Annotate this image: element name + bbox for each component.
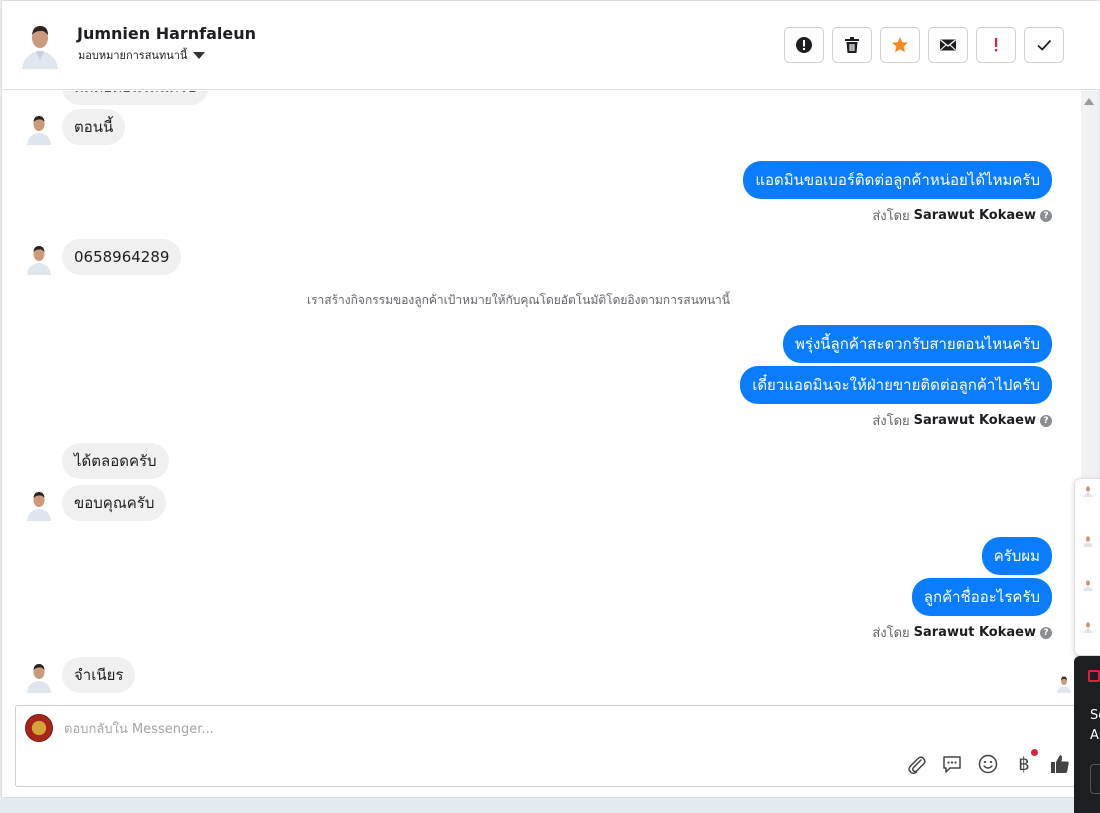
smiley-icon: [978, 754, 998, 774]
star-icon: [892, 37, 908, 53]
toast-text-1: Sc: [1090, 708, 1100, 723]
calendar-icon: [1088, 670, 1100, 682]
page-avatar: [25, 714, 53, 742]
reply-composer: ฿: [15, 705, 1081, 787]
attach-button[interactable]: [904, 752, 928, 776]
spam-button[interactable]: [784, 27, 824, 63]
star-button[interactable]: [880, 27, 920, 63]
conversation-header: Jumnien Harnfaleun มอบหมายการสนทนานี้: [2, 1, 1100, 90]
toast-text-2: A: [1090, 728, 1099, 743]
sent-by-name: Sarawut Kokaew: [913, 413, 1036, 428]
sent-by-label: ส่งโดย Sarawut Kokaew ?: [872, 622, 1052, 643]
side-popup[interactable]: [1074, 478, 1100, 656]
contact-name[interactable]: Jumnien Harnfaleun: [77, 24, 256, 43]
system-note: เราสร้างกิจกรรมของลูกค้าเป้าหมายให้กับคุ…: [307, 293, 730, 307]
scroll-up-arrow-icon[interactable]: [1084, 98, 1094, 105]
alert-circle-icon: [796, 37, 812, 53]
composer-tools: ฿: [904, 749, 1072, 776]
mark-unread-button[interactable]: [928, 27, 968, 63]
sender-avatar: [27, 246, 51, 275]
saved-replies-button[interactable]: [940, 752, 964, 776]
read-receipt-avatar: [1057, 676, 1071, 693]
payment-button[interactable]: ฿: [1012, 749, 1038, 776]
mail-icon: [940, 39, 956, 51]
message-incoming: จำเนียร: [62, 657, 136, 693]
sent-by-text: ส่งโดย: [872, 209, 910, 224]
contact-avatar[interactable]: [18, 21, 62, 69]
paperclip-icon: [908, 756, 926, 775]
like-button[interactable]: [1048, 752, 1072, 776]
chat-bubble-icon: [943, 756, 961, 773]
toast-button[interactable]: [1090, 764, 1100, 794]
message-incoming: 0658964289: [62, 239, 182, 275]
help-icon[interactable]: ?: [1040, 209, 1052, 222]
message-outgoing: ลูกค้าชื่ออะไรครับ: [911, 578, 1052, 616]
help-icon[interactable]: ?: [1040, 626, 1052, 639]
sender-avatar: [27, 116, 51, 145]
trash-icon: [845, 37, 859, 53]
mini-avatar: [1083, 622, 1093, 633]
sender-avatar: [27, 492, 51, 521]
header-actions: [784, 27, 1064, 63]
exclamation-icon: [995, 38, 998, 52]
message-outgoing: เดี๋ยวแอดมินจะให้ฝ่ายขายติดต่อลูกค้าไปคร…: [740, 366, 1052, 404]
sent-by-text: ส่งโดย: [872, 626, 910, 641]
reply-input[interactable]: [64, 720, 764, 738]
message-outgoing: ครับผม: [981, 537, 1052, 575]
message-incoming: ติดต่อตอนไหนครับ: [62, 91, 209, 105]
sent-by-label: ส่งโดย Sarawut Kokaew ?: [872, 205, 1052, 226]
baht-icon: ฿: [1018, 753, 1030, 775]
help-icon[interactable]: ?: [1040, 414, 1052, 427]
emoji-button[interactable]: [976, 752, 1000, 776]
notification-dot: [1031, 749, 1038, 756]
message-incoming: ได้ตลอดครับ: [62, 443, 169, 479]
mini-avatar: [1083, 536, 1093, 547]
done-button[interactable]: [1024, 27, 1064, 63]
sent-by-name: Sarawut Kokaew: [913, 208, 1036, 223]
caret-down-icon: [193, 51, 206, 59]
mini-avatar: [1083, 486, 1093, 497]
sent-by-text: ส่งโดย: [872, 414, 910, 429]
follow-up-button[interactable]: [976, 27, 1016, 63]
assign-conversation-dropdown[interactable]: มอบหมายการสนทนานี้: [78, 46, 206, 64]
thumbs-up-icon: [1051, 755, 1069, 773]
side-toast[interactable]: Sc A: [1074, 656, 1100, 813]
message-outgoing: แอดมินขอเบอร์ติดต่อลูกค้าหน่อยได้ไหมครับ: [743, 161, 1052, 199]
conversation-panel: Jumnien Harnfaleun มอบหมายการสนทนานี้ ตอ…: [1, 0, 1100, 798]
message-outgoing: พรุ่งนี้ลูกค้าสะดวกรับสายตอนไหนครับ: [783, 325, 1052, 363]
sender-avatar: [27, 664, 51, 693]
message-incoming: ขอบคุณครับ: [62, 485, 167, 521]
delete-button[interactable]: [832, 27, 872, 63]
message-list[interactable]: ติดต่อตอนไหนครับ ตอนนี้ แอดมินขอเบอร์ติด…: [2, 91, 1080, 703]
check-icon: [1037, 39, 1052, 51]
message-incoming: ตอนนี้: [62, 109, 126, 145]
assign-label: มอบหมายการสนทนานี้: [78, 49, 188, 62]
sent-by-name: Sarawut Kokaew: [913, 625, 1036, 640]
mini-avatar: [1083, 580, 1093, 591]
sent-by-label: ส่งโดย Sarawut Kokaew ?: [872, 410, 1052, 431]
